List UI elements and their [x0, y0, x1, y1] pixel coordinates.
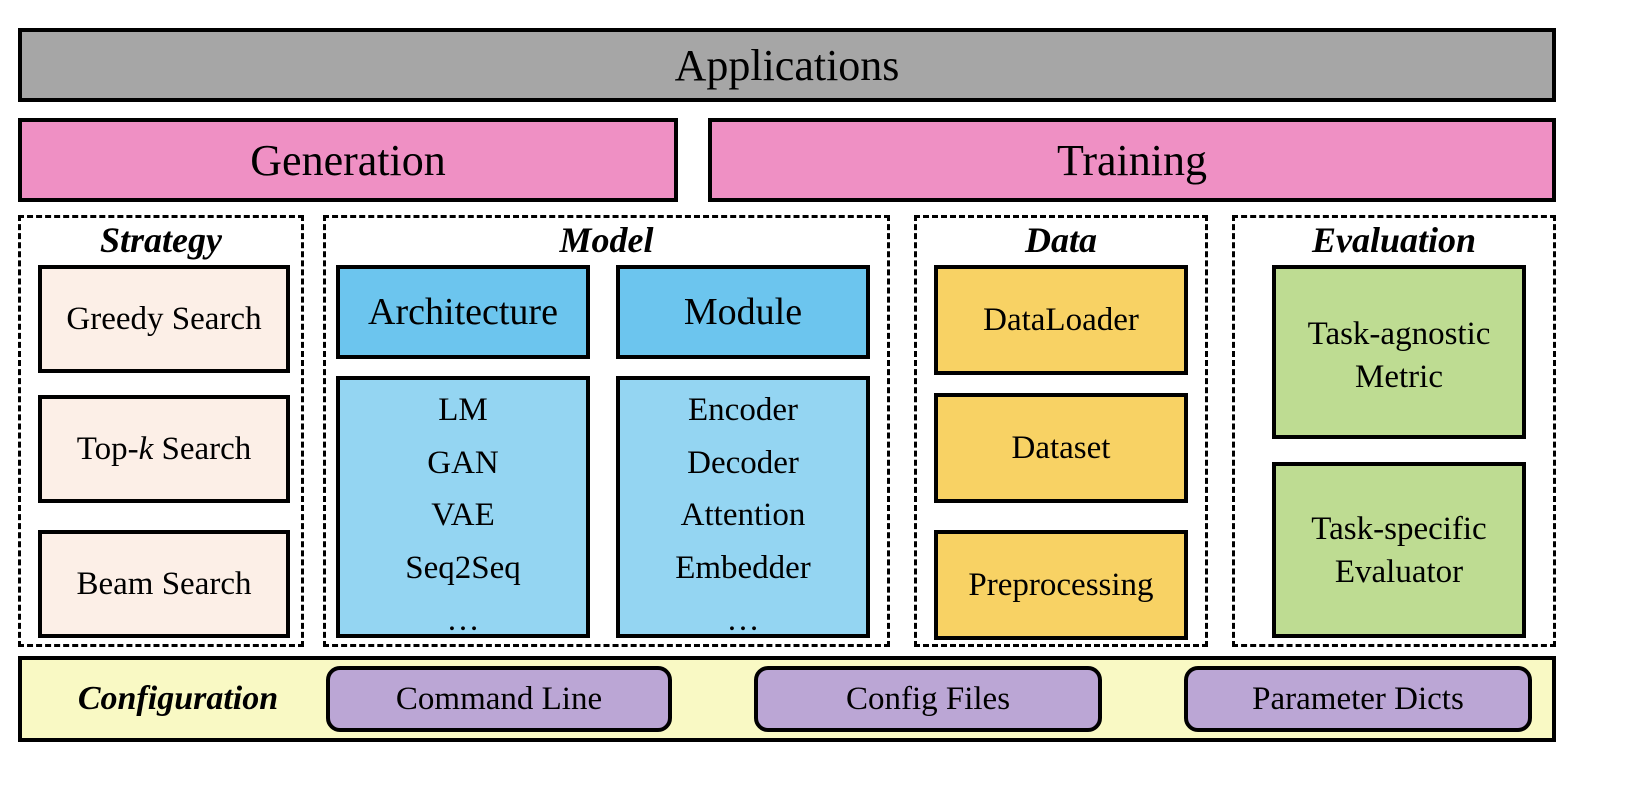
architecture-item: LM — [438, 392, 488, 428]
preprocessing-label: Preprocessing — [968, 566, 1154, 603]
architecture-header: Architecture — [336, 265, 590, 359]
command-line-box: Command Line — [326, 666, 672, 732]
dataset-label: Dataset — [1011, 429, 1111, 466]
beam-search-label: Beam Search — [76, 565, 252, 602]
dataloader-label: DataLoader — [983, 301, 1139, 338]
task-specific-evaluator-box: Task-specific Evaluator — [1272, 462, 1526, 638]
module-item: Attention — [680, 497, 806, 533]
configuration-label: Configuration — [77, 680, 279, 717]
architecture-label: Architecture — [368, 291, 558, 333]
dataset-box: Dataset — [934, 393, 1188, 503]
data-title: Data — [1025, 220, 1097, 260]
evaluation-title: Evaluation — [1311, 220, 1477, 260]
module-list: Encoder Decoder Attention Embedder … — [616, 376, 870, 638]
topk-search-box: Top-k Search — [38, 395, 290, 503]
task-specific-line1: Task-specific — [1311, 511, 1487, 547]
training-label: Training — [1057, 135, 1207, 185]
topk-suffix: Search — [153, 430, 252, 467]
model-title: Model — [559, 220, 654, 260]
module-item-ellipsis: … — [726, 602, 760, 638]
parameter-dicts-box: Parameter Dicts — [1184, 666, 1532, 732]
module-header: Module — [616, 265, 870, 359]
greedy-search-box: Greedy Search — [38, 265, 290, 373]
architecture-item: GAN — [427, 444, 499, 481]
architecture-list: LM GAN VAE Seq2Seq … — [336, 376, 590, 638]
module-item: Encoder — [688, 392, 798, 428]
training-module: Training — [708, 118, 1556, 202]
parameter-dicts-label: Parameter Dicts — [1252, 680, 1464, 717]
topk-k: k — [138, 430, 154, 467]
topk-prefix: Top- — [76, 430, 139, 467]
topk-search-label: Top-k Search — [77, 428, 252, 471]
config-files-box: Config Files — [754, 666, 1102, 732]
architecture-item: VAE — [431, 497, 495, 533]
generation-label: Generation — [250, 135, 446, 185]
applications-label: Applications — [674, 40, 900, 90]
architecture-item-ellipsis: … — [446, 602, 480, 638]
task-agnostic-line1: Task-agnostic — [1307, 316, 1491, 352]
generation-module: Generation — [18, 118, 678, 202]
config-files-label: Config Files — [845, 680, 1011, 717]
dataloader-box: DataLoader — [934, 265, 1188, 375]
preprocessing-box: Preprocessing — [934, 530, 1188, 640]
strategy-title: Strategy — [100, 220, 222, 260]
task-agnostic-metric-box: Task-agnostic Metric — [1272, 265, 1526, 439]
module-item: Embedder — [675, 549, 811, 586]
task-specific-line2: Evaluator — [1334, 553, 1464, 590]
task-agnostic-line2: Metric — [1355, 358, 1443, 395]
greedy-search-label: Greedy Search — [66, 300, 262, 337]
command-line-label: Command Line — [395, 680, 603, 717]
beam-search-box: Beam Search — [38, 530, 290, 638]
module-item: Decoder — [687, 444, 799, 481]
applications-layer: Applications — [18, 28, 1556, 102]
architecture-item: Seq2Seq — [405, 549, 521, 586]
module-label: Module — [683, 291, 803, 333]
